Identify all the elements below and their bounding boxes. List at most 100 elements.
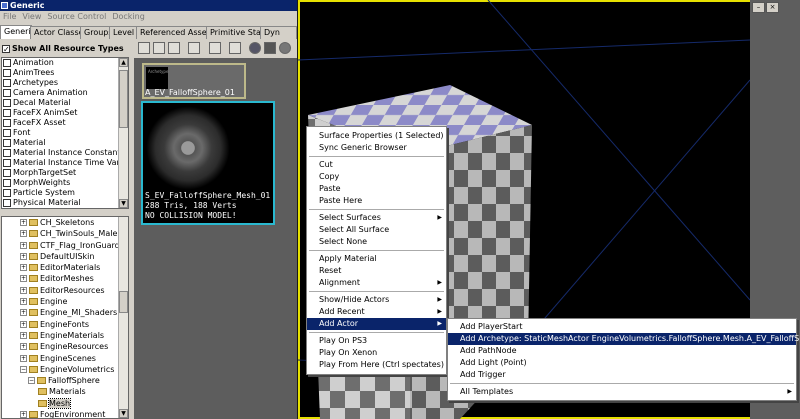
package-tree-item[interactable]: Mesh <box>2 397 128 409</box>
menu-item-play-on-ps3[interactable]: Play On PS3 <box>307 335 446 347</box>
resource-type-item[interactable]: MorphWeights <box>2 178 128 188</box>
expand-icon[interactable]: + <box>20 343 27 351</box>
archetype-thumbnail[interactable]: Archetype A_EV_FalloffSphere_01 <box>142 63 246 99</box>
package-tree-item[interactable]: + EngineResources <box>2 341 128 352</box>
collapse-icon[interactable]: − <box>20 365 27 373</box>
menu-item-file[interactable]: File <box>3 12 16 21</box>
resource-type-checkbox[interactable] <box>3 98 11 107</box>
collapse-icon[interactable]: − <box>28 377 35 385</box>
menu-item-add-archetype-staticmeshactor-enginevolu[interactable]: Add Archetype: StaticMeshActor EngineVol… <box>448 333 800 345</box>
window-title-bar[interactable]: Generic <box>0 0 297 11</box>
view-thumbnails-icon[interactable] <box>138 42 150 54</box>
resource-type-checkbox[interactable] <box>3 78 11 87</box>
expand-icon[interactable]: + <box>20 230 27 238</box>
resource-type-item[interactable]: Font <box>2 128 128 138</box>
resource-type-item[interactable]: Material Instance Time Varying <box>2 158 128 168</box>
package-tree-item[interactable]: + CH_TwinSouls_Male3 <box>2 228 128 239</box>
resource-type-item[interactable]: FaceFX Asset <box>2 118 128 128</box>
view-split-icon[interactable] <box>168 42 180 54</box>
tab-actor-classes[interactable]: Actor Classes <box>30 26 82 39</box>
resource-type-checkbox[interactable] <box>3 188 11 197</box>
cylinder-preview-icon[interactable] <box>279 42 291 54</box>
scroll-thumb[interactable] <box>119 70 128 128</box>
menu-item-add-recent[interactable]: Add Recent ▶ <box>307 306 446 318</box>
package-tree-item[interactable]: + EditorMeshes <box>2 273 128 284</box>
menu-item-select-all-surface[interactable]: Select All Surface <box>307 224 446 236</box>
resource-type-scrollbar[interactable]: ▲ ▼ <box>118 58 128 208</box>
menu-item-sync-generic-browser[interactable]: Sync Generic Browser <box>307 142 446 154</box>
menu-item-play-on-xenon[interactable]: Play On Xenon <box>307 347 446 359</box>
menu-item-paste[interactable]: Paste <box>307 183 446 195</box>
package-tree-item[interactable]: + FogEnvironment <box>2 409 128 418</box>
resource-type-item[interactable]: Animation <box>2 58 128 68</box>
scroll-up-icon[interactable]: ▲ <box>119 58 128 67</box>
search-icon[interactable] <box>209 42 221 54</box>
resource-type-item[interactable]: MorphTargetSet <box>2 168 128 178</box>
menu-item-play-from-here-ctrl-spectates[interactable]: Play From Here (Ctrl spectates) <box>307 359 446 371</box>
package-tree-item[interactable]: − EngineVolumetrics <box>2 364 128 375</box>
tab-primitive-stats[interactable]: Primitive Stats <box>206 26 262 39</box>
package-tree-item[interactable]: Materials <box>2 386 128 397</box>
menu-item-add-trigger[interactable]: Add Trigger <box>448 369 796 381</box>
menu-item-surface-properties-1-selected[interactable]: Surface Properties (1 Selected) <box>307 130 446 142</box>
scroll-thumb[interactable] <box>119 291 128 313</box>
tab-level[interactable]: Level <box>109 26 138 39</box>
package-tree-item[interactable]: + EngineMaterials <box>2 330 128 341</box>
scroll-down-icon[interactable]: ▼ <box>119 409 128 418</box>
tab-generic[interactable]: Generic <box>0 25 32 39</box>
resource-type-checkbox[interactable] <box>3 108 11 117</box>
expand-icon[interactable]: + <box>20 252 27 260</box>
close-button[interactable]: × <box>766 2 779 13</box>
menu-item-source-control[interactable]: Source Control <box>47 12 106 21</box>
expand-icon[interactable]: + <box>20 264 27 272</box>
resource-type-checkbox[interactable] <box>3 68 11 77</box>
tab-groups[interactable]: Groups <box>80 26 111 39</box>
package-tree-scrollbar[interactable]: ▼ <box>118 217 128 418</box>
menu-item-show-hide-actors[interactable]: Show/Hide Actors ▶ <box>307 294 446 306</box>
resource-type-item[interactable]: Physical Material <box>2 198 128 208</box>
menu-item-cut[interactable]: Cut <box>307 159 446 171</box>
resource-type-checkbox[interactable] <box>3 158 11 167</box>
show-all-checkbox[interactable] <box>2 43 10 56</box>
sphere-preview-icon[interactable] <box>249 42 261 54</box>
package-tree-item[interactable]: + CTF_Flag_IronGuard <box>2 240 128 251</box>
expand-icon[interactable]: + <box>20 275 27 283</box>
package-tree-item[interactable]: + CH_Skeletons <box>2 217 128 228</box>
package-tree-item[interactable]: + Engine_MI_Shaders <box>2 307 128 318</box>
resource-type-checkbox[interactable] <box>3 168 11 177</box>
resource-type-item[interactable]: Decal Material <box>2 98 128 108</box>
package-tree-item[interactable]: − FalloffSphere <box>2 375 128 386</box>
view-list-icon[interactable] <box>153 42 165 54</box>
cube-preview-icon[interactable] <box>264 42 276 54</box>
menu-item-select-none[interactable]: Select None <box>307 236 446 248</box>
package-tree-item[interactable]: + EngineScenes <box>2 353 128 364</box>
package-tree-item[interactable]: + EditorResources <box>2 285 128 296</box>
menu-item-all-templates[interactable]: All Templates ▶ <box>448 386 796 398</box>
menu-item-copy[interactable]: Copy <box>307 171 446 183</box>
expand-icon[interactable]: + <box>20 219 27 226</box>
resource-type-checkbox[interactable] <box>3 148 11 157</box>
expand-icon[interactable]: + <box>20 298 27 306</box>
menu-item-add-light-point[interactable]: Add Light (Point) <box>448 357 796 369</box>
resource-type-item[interactable]: Material <box>2 138 128 148</box>
filter-icon[interactable] <box>229 42 241 54</box>
package-tree-item[interactable]: + EngineFonts <box>2 319 128 330</box>
resource-type-item[interactable]: Particle System <box>2 188 128 198</box>
expand-icon[interactable]: + <box>20 320 27 328</box>
package-tree-item[interactable]: + Engine <box>2 296 128 307</box>
resource-type-item[interactable]: FaceFX AnimSet <box>2 108 128 118</box>
resource-type-checkbox[interactable] <box>3 178 11 187</box>
show-all-toggle[interactable]: Show All Resource Types <box>2 42 124 56</box>
tab-dyn[interactable]: Dyn <box>260 26 297 39</box>
menu-item-select-surfaces[interactable]: Select Surfaces ▶ <box>307 212 446 224</box>
resource-type-checkbox[interactable] <box>3 138 11 147</box>
menu-item-add-pathnode[interactable]: Add PathNode <box>448 345 796 357</box>
package-tree-item[interactable]: + DefaultUISkin <box>2 251 128 262</box>
menu-item-add-playerstart[interactable]: Add PlayerStart <box>448 321 796 333</box>
static-mesh-thumbnail[interactable]: S_EV_FalloffSphere_Mesh_01 288 Tris, 188 … <box>141 101 275 225</box>
expand-icon[interactable]: + <box>20 354 27 362</box>
resource-type-item[interactable]: Material Instance Constant <box>2 148 128 158</box>
expand-icon[interactable]: + <box>20 286 27 294</box>
menu-item-apply-material[interactable]: Apply Material <box>307 253 446 265</box>
minimize-button[interactable]: – <box>752 2 765 13</box>
